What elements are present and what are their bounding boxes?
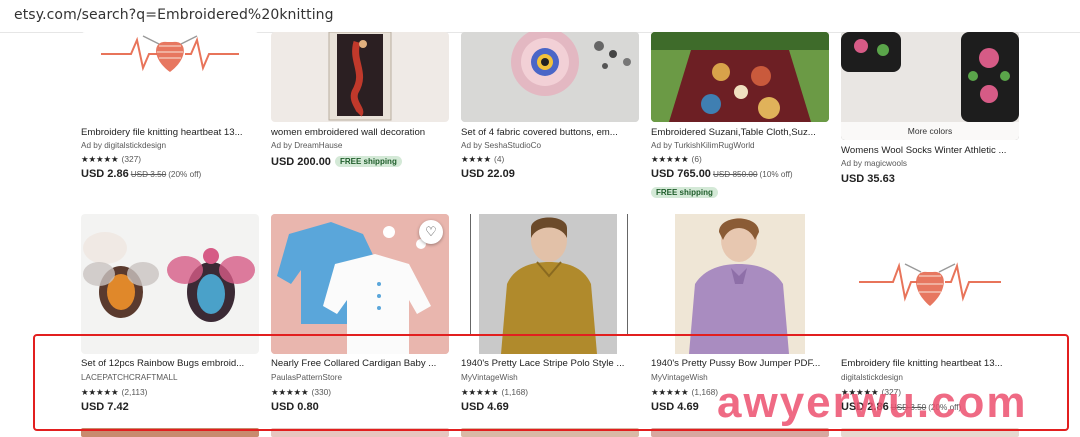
watermark: awyerwu.com bbox=[717, 378, 1028, 427]
free-shipping-badge: FREE shipping bbox=[651, 187, 718, 198]
divider bbox=[470, 214, 471, 334]
url-text[interactable]: etsy.com/search?q=Embroidered%20knitting bbox=[14, 7, 334, 23]
listing-image[interactable] bbox=[461, 32, 639, 122]
heart-icon[interactable]: ♡ bbox=[419, 220, 443, 244]
address-bar[interactable]: etsy.com/search?q=Embroidered%20knitting bbox=[0, 0, 1080, 33]
shop-name: Ad by TurkishKilimRugWorld bbox=[651, 141, 755, 150]
listing-title[interactable]: Set of 4 fabric covered buttons, em... bbox=[461, 127, 639, 138]
listing-card[interactable]: women embroidered wall decoration Ad by … bbox=[271, 32, 449, 182]
suzani-tablecloth-image bbox=[651, 32, 829, 122]
star-rating: ★★★★★ (6) bbox=[651, 154, 702, 164]
wall-decoration-image bbox=[328, 32, 392, 121]
listing-image[interactable] bbox=[81, 214, 259, 354]
listing-image[interactable] bbox=[841, 214, 1019, 354]
price: USD 22.09 bbox=[461, 168, 515, 180]
listing-card[interactable]: Embroidered Suzani,Table Cloth,Suz... Ad… bbox=[651, 32, 829, 202]
heartbeat-knitting-image bbox=[101, 35, 239, 72]
listing-image[interactable]: ♡ bbox=[271, 214, 449, 354]
listing-title[interactable]: Embroidery file knitting heartbeat 13... bbox=[81, 127, 259, 138]
price: USD 765.00 USD 850.00 (10% off) bbox=[651, 168, 793, 180]
divider bbox=[627, 214, 628, 334]
lace-polo-image bbox=[461, 214, 639, 354]
shop-name: Ad by SeshaStudioCo bbox=[461, 141, 542, 150]
listing-image[interactable] bbox=[271, 32, 449, 122]
listing-image[interactable] bbox=[461, 214, 639, 354]
listing-title[interactable]: Womens Wool Socks Winter Athletic ... bbox=[841, 145, 1019, 156]
fabric-buttons-image bbox=[461, 32, 639, 122]
listing-card[interactable]: Set of 4 fabric covered buttons, em... A… bbox=[461, 32, 639, 182]
shop-name: Ad by DreamHause bbox=[271, 141, 343, 150]
shop-name: Ad by magicwools bbox=[841, 159, 907, 168]
listing-title[interactable]: women embroidered wall decoration bbox=[271, 127, 449, 138]
listing-image[interactable] bbox=[651, 214, 829, 354]
price: USD 35.63 bbox=[841, 173, 895, 185]
listing-image[interactable] bbox=[81, 32, 259, 122]
more-colors-label[interactable]: More colors bbox=[841, 122, 1019, 140]
listing-image[interactable] bbox=[651, 32, 829, 122]
listing-image[interactable]: More colors bbox=[841, 32, 1019, 140]
listing-title[interactable]: Embroidered Suzani,Table Cloth,Suz... bbox=[651, 127, 829, 138]
star-rating: ★★★★★ (327) bbox=[81, 154, 142, 164]
shop-name: Ad by digitalstickdesign bbox=[81, 141, 167, 150]
listing-card[interactable]: Embroidery file knitting heartbeat 13...… bbox=[81, 32, 259, 182]
star-rating: ★★★★ (4) bbox=[461, 154, 505, 164]
heartbeat-knitting-image bbox=[859, 262, 1001, 306]
free-shipping-badge: FREE shipping bbox=[334, 156, 402, 167]
price: USD 2.86 USD 3.50 (20% off) bbox=[81, 168, 202, 180]
rainbow-bugs-image bbox=[81, 214, 259, 354]
listing-card[interactable]: More colors Womens Wool Socks Winter Ath… bbox=[841, 32, 1019, 192]
price: USD 200.00 FREE shipping bbox=[271, 156, 402, 168]
pussy-bow-jumper-image bbox=[651, 214, 829, 354]
